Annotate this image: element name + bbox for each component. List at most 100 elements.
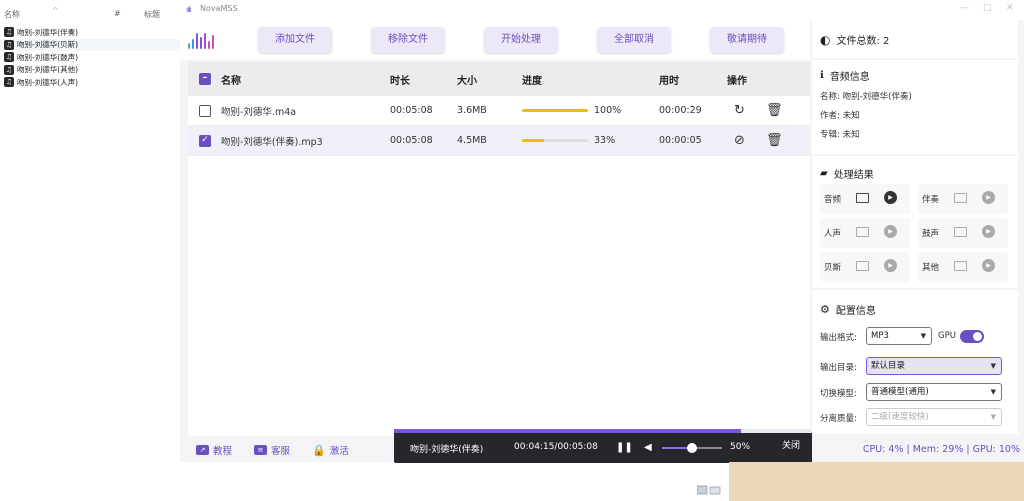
- row-duration: 00:05:08: [390, 105, 433, 116]
- explorer-file-row[interactable]: ♫ 吻别-刘德华(鼓声): [0, 51, 182, 64]
- seek-bar[interactable]: [394, 429, 812, 433]
- model-value: 普通模型(通用): [871, 387, 929, 397]
- tutorial-label: 教程: [213, 446, 233, 457]
- explorer-file-row[interactable]: ♫ 吻别-刘德华(伴奏): [0, 26, 182, 39]
- row-checkbox[interactable]: ✓: [199, 134, 211, 147]
- format-label: 输出格式:: [820, 333, 857, 343]
- play-icon[interactable]: ▶: [884, 259, 897, 272]
- select-all-checkbox[interactable]: –: [199, 73, 211, 85]
- desktop-background: [729, 462, 1024, 501]
- results-panel: ▰ 处理结果 音频 ▶ 伴奏 ▶ 人声 ▶ 鼓声 ▶ 贝斯 ▶ 其他 ▶: [812, 156, 1018, 288]
- row-elapsed: 00:00:29: [659, 105, 702, 116]
- row-size: 3.6MB: [457, 105, 487, 116]
- format-select[interactable]: MP3 ▼: [866, 327, 932, 345]
- folder-icon[interactable]: [856, 227, 869, 237]
- close-player-button[interactable]: 关闭: [782, 438, 800, 451]
- row-checkbox[interactable]: [199, 104, 211, 117]
- quality-label: 分离质量:: [820, 414, 857, 424]
- row-size: 4.5MB: [457, 135, 487, 146]
- audio-player: 吻别-刘德华(伴奏) 00:04:15/00:05:08 ❚❚ ◀ 50% 关闭: [394, 429, 812, 463]
- window-title: NovaMSS: [200, 4, 238, 13]
- table-row[interactable]: ✓ 吻别-刘德华(伴奏).mp3 00:05:08 4.5MB 33% 00:0…: [188, 126, 810, 156]
- file-table: – 名称 时长 大小 进度 用时 操作 吻别-刘德华.m4a 00:05:08 …: [188, 62, 810, 436]
- folder-icon[interactable]: [856, 261, 869, 271]
- result-vocals: 人声 ▶: [820, 218, 910, 248]
- pause-icon[interactable]: ❚❚: [616, 442, 633, 453]
- column-header-name[interactable]: 名称: [4, 9, 20, 20]
- start-processing-button[interactable]: 开始处理: [484, 27, 558, 53]
- column-header-number[interactable]: #: [114, 9, 121, 18]
- table-row[interactable]: 吻别-刘德华.m4a 00:05:08 3.6MB 100% 00:00:29 …: [188, 96, 810, 126]
- header-name: 名称: [221, 75, 241, 87]
- coming-soon-button[interactable]: 敬请期待: [710, 27, 784, 53]
- volume-slider[interactable]: [662, 443, 722, 453]
- quality-select[interactable]: 二级(速度较快) ▼: [866, 408, 1002, 426]
- gpu-label: GPU: [938, 331, 956, 341]
- play-icon[interactable]: ▶: [884, 191, 897, 204]
- result-label: 鼓声: [922, 229, 940, 239]
- play-icon[interactable]: ▶: [982, 259, 995, 272]
- folder-icon[interactable]: [954, 227, 967, 237]
- volume-icon[interactable]: ◀: [644, 442, 652, 453]
- audio-album: 专辑: 未知: [820, 130, 860, 140]
- column-header-title[interactable]: 标题: [144, 9, 160, 20]
- support-label: 客服: [271, 446, 291, 457]
- activate-link[interactable]: 🔒 激活: [312, 443, 349, 458]
- row-elapsed: 00:00:05: [659, 135, 702, 146]
- format-value: MP3: [871, 331, 889, 341]
- window-icon: ▰: [820, 168, 828, 179]
- delete-icon[interactable]: 🗑: [766, 96, 783, 125]
- result-label: 人声: [824, 229, 842, 239]
- result-drums: 鼓声 ▶: [918, 218, 1008, 248]
- explorer-file-name: 吻别-刘德华(伴奏): [17, 27, 79, 37]
- gear-icon: ⚙: [820, 303, 830, 316]
- maximize-button[interactable]: □: [983, 3, 992, 13]
- header-duration: 时长: [390, 75, 410, 87]
- close-window-button[interactable]: ✕: [1006, 3, 1014, 13]
- dropdown-arrow-icon: ▼: [990, 413, 996, 421]
- support-link[interactable]: ≡ 客服: [254, 443, 290, 457]
- row-progress-text: 33%: [594, 135, 616, 146]
- pie-chart-icon: ◐: [820, 32, 831, 47]
- output-dir-value: 默认目录: [871, 361, 906, 371]
- delete-icon[interactable]: 🗑: [766, 126, 783, 155]
- sort-caret-icon: ^: [52, 6, 59, 15]
- cancel-icon[interactable]: ⊘: [734, 126, 745, 155]
- dropdown-arrow-icon: ▼: [920, 332, 926, 340]
- resource-status: CPU: 4% | Mem: 29% | GPU: 10%: [862, 444, 1020, 455]
- table-header: – 名称 时长 大小 进度 用时 操作: [188, 62, 810, 96]
- model-select[interactable]: 普通模型(通用) ▼: [866, 383, 1002, 401]
- result-audio: 音频 ▶: [820, 184, 910, 214]
- explorer-file-row[interactable]: ♫ 吻别-刘德华(其他): [0, 64, 182, 77]
- explorer-file-name: 吻别-刘德华(贝斯): [17, 40, 79, 50]
- folder-icon[interactable]: [856, 193, 869, 203]
- result-label: 音频: [824, 195, 842, 205]
- cancel-all-button[interactable]: 全部取消: [597, 27, 671, 53]
- refresh-icon[interactable]: ↻: [734, 96, 745, 125]
- title-bar: ıılı NovaMSS — □ ✕: [180, 0, 1024, 20]
- explorer-header: 名称 ^ # 标题: [0, 6, 182, 22]
- output-dir-label: 输出目录:: [820, 363, 857, 373]
- explorer-file-row[interactable]: ♫ 吻别-刘德华(人声): [0, 76, 182, 89]
- minimize-button[interactable]: —: [960, 3, 969, 13]
- lock-icon: 🔒: [312, 443, 326, 457]
- play-icon[interactable]: ▶: [884, 225, 897, 238]
- audio-file-icon: ♫: [4, 52, 14, 63]
- folder-icon[interactable]: [954, 261, 967, 271]
- gpu-toggle[interactable]: [960, 330, 984, 343]
- tutorial-link[interactable]: ↗ 教程: [196, 443, 232, 457]
- file-count-panel: ◐ 文件总数: 2: [812, 20, 1018, 58]
- play-icon[interactable]: ▶: [982, 191, 995, 204]
- explorer-file-name: 吻别-刘德华(其他): [17, 65, 79, 75]
- explorer-file-row[interactable]: ♫ 吻别-刘德华(贝斯): [0, 38, 182, 51]
- add-file-button[interactable]: 添加文件: [258, 27, 332, 53]
- config-panel: ⚙ 配置信息 输出格式: MP3 ▼ GPU 输出目录: 默认目录 ▼ 切换模型…: [812, 290, 1018, 434]
- play-icon[interactable]: ▶: [982, 225, 995, 238]
- audio-file-icon: ♫: [4, 64, 14, 75]
- explorer-file-name: 吻别-刘德华(鼓声): [17, 52, 79, 62]
- row-progress-bar: [522, 109, 588, 112]
- output-dir-select[interactable]: 默认目录 ▼: [866, 357, 1002, 375]
- folder-icon[interactable]: [954, 193, 967, 203]
- remove-file-button[interactable]: 移除文件: [371, 27, 445, 53]
- tutorial-icon: ↗: [196, 445, 209, 455]
